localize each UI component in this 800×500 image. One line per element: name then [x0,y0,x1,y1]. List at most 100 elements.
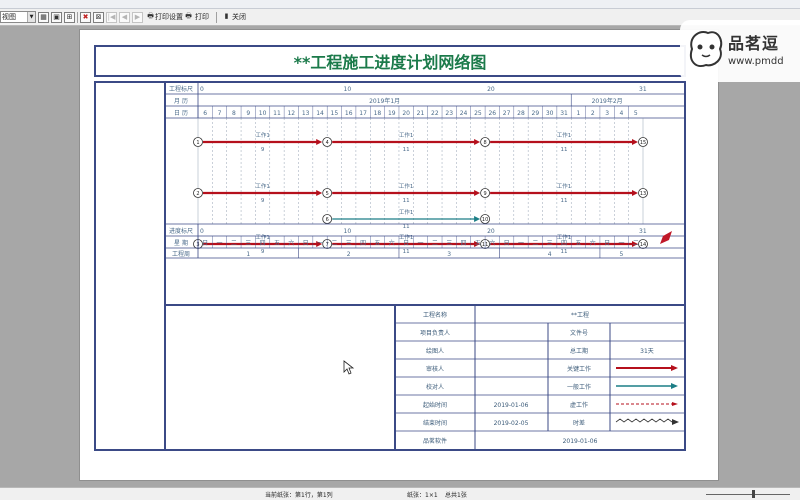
manager-label: 项目负责人 [420,329,450,337]
activity-name: 工作1 [557,131,572,139]
first-page-icon: |◀ [106,12,117,23]
weekday-label: 五 [274,240,280,247]
software-date: 2019-01-06 [563,438,598,445]
zoom-slider-track[interactable] [706,494,790,495]
weekday-label: 日 [504,240,510,247]
day-label: 13 [302,110,310,117]
end-value: 2019-02-05 [494,420,529,427]
activity-arrow-head [316,139,323,145]
toolbar-separator [77,12,78,23]
activity-arrow-head [474,216,481,222]
week-number: 3 [447,251,451,258]
view-select[interactable]: 视图 ▼ [0,11,36,23]
bottom-ruler-tick: 0 [200,228,204,235]
weekday-label: 五 [575,240,581,247]
weekday-label: 二 [432,240,438,247]
door-close-icon[interactable]: ▮ [221,12,232,23]
weekday-label: 二 [633,240,639,247]
close-button[interactable]: 关闭 [232,11,246,24]
day-label: 1 [576,110,580,117]
zoom-slider-thumb[interactable] [752,490,755,498]
node-number: 8 [484,140,487,146]
day-label: 16 [345,110,353,117]
duration-label: 总工期 [570,347,588,355]
bottom-ruler-tick: 31 [639,228,647,235]
weekday-label: 三 [346,240,352,247]
mascot-logo-icon [690,31,723,67]
activity-arrow-head [632,139,638,145]
network-diagram: **工程施工进度计划网络图 工程标尺月 历日 历0 10 20 312019年1月 20… [94,45,686,451]
day-label: 9 [246,110,250,117]
legend-critical-line [616,365,678,371]
day-label: 20 [402,110,410,117]
fit-page-icon[interactable]: ✖ [80,12,91,23]
weekday-label: 日 [403,240,409,247]
day-label: 15 [331,110,339,117]
weekday-label: 二 [231,240,237,247]
project-name-value: **工程 [571,311,589,319]
day-label: 21 [417,110,425,117]
print-settings-button[interactable]: 打印设置 [155,11,183,24]
node-number: 5 [326,191,329,197]
edit-handle-icon[interactable] [660,231,672,244]
day-label: 23 [445,110,453,117]
chart-title: **工程施工进度计划网络图 [294,53,487,72]
toolbar-separator [216,12,217,23]
bottom-ruler-tick: 10 [344,228,352,235]
weekday-label: 五 [374,240,380,247]
bottom-ruler-tick: 20 [487,228,495,235]
activity-duration: 11 [561,249,568,255]
weekday-label: 六 [288,239,294,247]
node-number: 14 [640,242,646,248]
day-label: 28 [517,110,525,117]
activity-duration: 9 [261,198,265,204]
day-label: 25 [474,110,482,117]
day-label: 31 [560,110,568,117]
weekday-label: 四 [461,240,467,247]
single-page-icon[interactable]: ▦ [38,12,49,23]
day-label: 7 [218,110,222,117]
brand-watermark: 品茗逗 www.pmdd [680,20,800,82]
label-weekday: 星 期 [174,239,188,247]
weekday-label: 一 [518,240,524,247]
weekday-label: 一 [618,240,624,247]
node-number: 4 [326,140,329,146]
brand-url: www.pmdd [728,56,784,67]
label-top-ruler: 工程标尺 [169,85,193,93]
label-week-no: 工程周 [172,250,190,258]
start-label: 起始时间 [423,401,447,409]
view-select-value: 视图 [2,13,16,21]
activity-name: 工作1 [255,131,270,139]
top-ruler-tick: 20 [487,86,495,93]
print-preview-toolbar: 视图 ▼ ▦ ▣ ⊞ ✖ ⊠ |◀ ◀ ▶ 🖶 打印设置 🖶 打印 ▮ 关闭 [0,9,800,26]
legend-dummy-line [616,402,678,406]
duration-value: 31天 [640,348,654,355]
weekday-label: 一 [317,240,323,247]
weekday-label: 三 [245,240,251,247]
activity-name: 工作1 [557,182,572,190]
legend-critical-label: 关键工作 [567,365,591,373]
weekday-label: 一 [217,240,223,247]
top-ruler-tick: 31 [639,86,647,93]
zoom-icon[interactable]: ⊠ [93,12,104,23]
reviewer-label: 审核人 [426,365,444,373]
activity-arrow-head [632,190,638,196]
day-label: 18 [374,110,382,117]
software-label: 品茗软件 [423,437,447,445]
legend-float-line [615,418,679,425]
legend-normal-line [616,383,678,389]
activity-duration: 9 [261,249,265,255]
weekday-label: 五 [475,240,481,247]
project-name-label: 工程名称 [423,311,447,319]
printer-icon[interactable]: 🖶 [183,12,194,23]
print-button[interactable]: 打印 [195,11,209,24]
day-label: 26 [488,110,496,117]
page-setup-icon[interactable]: ⊞ [64,12,75,23]
status-total: 总共1张 [445,492,467,499]
day-label: 8 [232,110,236,117]
day-label: 6 [203,110,207,117]
activity-name: 工作1 [399,208,414,216]
mouse-cursor-icon [343,360,355,375]
two-page-icon[interactable]: ▣ [51,12,62,23]
timeline-footer: 0 10 20 31进度标尺星 期工程周日一二三四五六日一二三四五六日一二三四五六日一… [165,223,685,259]
